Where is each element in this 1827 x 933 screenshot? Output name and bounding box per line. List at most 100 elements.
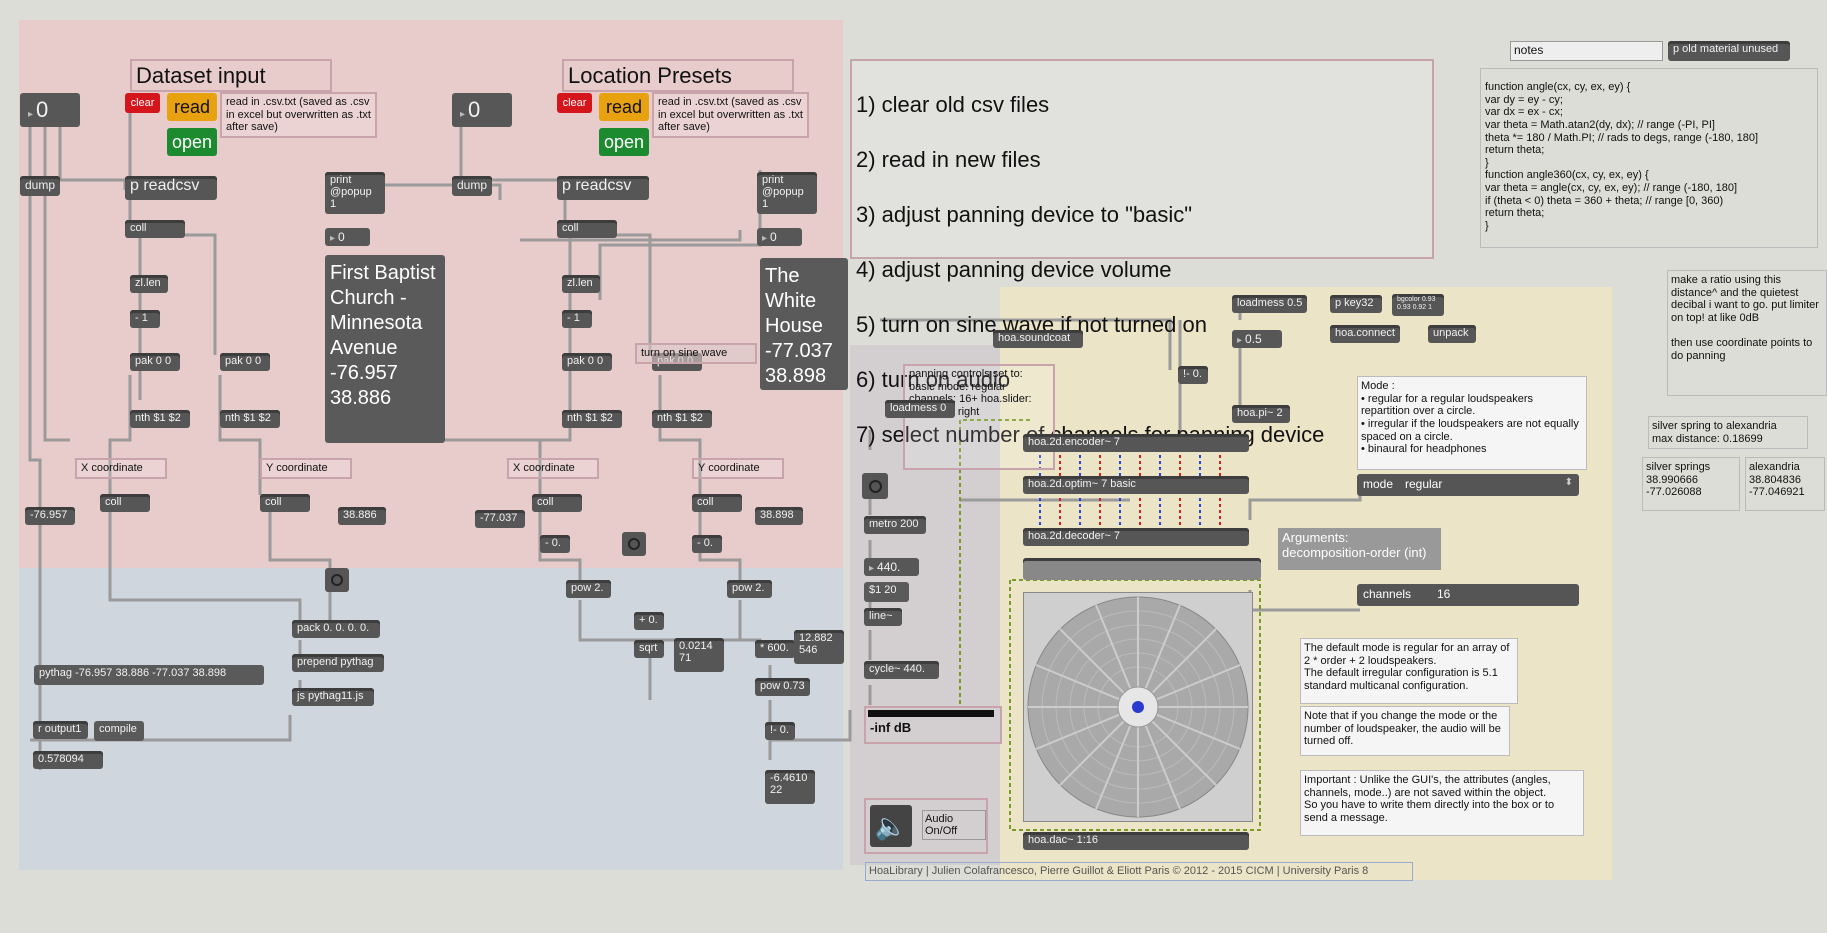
plus0[interactable]: + 0.	[634, 612, 664, 630]
clear-button-right[interactable]: clear	[557, 93, 592, 113]
compile-message[interactable]: compile	[94, 721, 144, 741]
num-05[interactable]: 0.5	[1232, 330, 1282, 348]
loadmess-0[interactable]: loadmess 0	[885, 400, 955, 418]
hoa-dac[interactable]: hoa.dac~ 1:16	[1023, 832, 1249, 850]
number-box-right[interactable]: 0	[452, 93, 512, 127]
read-button-left[interactable]: read	[167, 93, 217, 121]
hoa-decoder[interactable]: hoa.2d.decoder~ 7	[1023, 528, 1249, 546]
pythag-message[interactable]: pythag -76.957 38.886 -77.037 38.898	[34, 665, 264, 685]
coll-y-left[interactable]: coll	[260, 494, 310, 512]
pak2-left[interactable]: pak 0 0	[220, 353, 270, 371]
hoa-optim[interactable]: hoa.2d.optim~ 7 basic	[1023, 476, 1249, 494]
p-readcsv-right[interactable]: p readcsv	[557, 176, 649, 200]
open-button-right[interactable]: open	[599, 128, 649, 156]
minus0-b[interactable]: - 0.	[692, 535, 722, 553]
bang-b[interactable]	[325, 568, 349, 592]
print-popup-right[interactable]: print @popup 1	[757, 172, 817, 214]
mode-label: mode	[1363, 477, 1394, 491]
x-value-right: -77.037	[475, 510, 525, 528]
nth2-left[interactable]: nth $1 $2	[220, 410, 280, 428]
step-1: 1) clear old csv files	[856, 91, 1050, 117]
pow-073[interactable]: pow 0.73	[755, 678, 810, 696]
hoa-meter[interactable]	[1023, 592, 1253, 822]
multiply-600[interactable]: * 600.	[755, 640, 795, 658]
read-button-right[interactable]: read	[599, 93, 649, 121]
clear-button-left[interactable]: clear	[125, 93, 160, 113]
metro-200[interactable]: metro 200	[864, 516, 926, 534]
pow2-a[interactable]: pow 2.	[566, 580, 611, 598]
gain-readout: -inf dB	[870, 720, 912, 735]
instructions: 1) clear old csv files 2) read in new fi…	[850, 59, 1434, 447]
zllen-left[interactable]: zl.len	[130, 275, 168, 293]
mode-arrow-icon: ⬍	[1564, 477, 1573, 488]
p-key32[interactable]: p key32	[1330, 295, 1382, 313]
coll-x-left[interactable]: coll	[100, 494, 150, 512]
minus1-left[interactable]: - 1	[130, 310, 160, 328]
line-object[interactable]: line~	[864, 608, 902, 626]
sqrt[interactable]: sqrt	[634, 640, 664, 658]
inverse-minus0[interactable]: !- 0.	[765, 722, 795, 740]
coll-y-right[interactable]: coll	[692, 494, 742, 512]
decoder-outlets	[1023, 558, 1261, 580]
inverse-minus0-hoa[interactable]: !- 0.	[1178, 366, 1208, 384]
open-button-left[interactable]: open	[167, 128, 217, 156]
msg-1-20[interactable]: $1 20	[864, 582, 909, 602]
bgcolor-message[interactable]: bgcolor 0.93 0.93 0.92 1	[1392, 294, 1444, 316]
js-object[interactable]: js pythag11.js	[292, 688, 374, 706]
bang-a[interactable]	[622, 532, 646, 556]
audio-label: Audio On/Off	[922, 810, 986, 840]
loadmess-05[interactable]: loadmess 0.5	[1232, 295, 1307, 313]
toggle-metro[interactable]	[862, 473, 888, 499]
channels-value[interactable]: 16	[1437, 587, 1450, 601]
silver-alex-comment: silver spring to alexandria max distance…	[1648, 416, 1808, 450]
silver-comment: silver springs 38.990666 -77.026088	[1642, 457, 1740, 511]
prepend-object[interactable]: prepend pythag	[292, 654, 384, 672]
pak1-right[interactable]: pak 0 0	[562, 353, 612, 371]
credits: HoaLibrary | Julien Colafrancesco, Pierr…	[865, 862, 1413, 881]
r-output1[interactable]: r output1	[33, 721, 88, 739]
channels-label: channels	[1363, 587, 1412, 601]
minus0-a[interactable]: - 0.	[540, 535, 570, 553]
speaker-icon[interactable]: 🔈	[870, 805, 912, 847]
location-presets-title: Location Presets	[562, 59, 794, 93]
arguments-comment: Arguments: decomposition-order (int)	[1278, 528, 1441, 570]
hoa-connect[interactable]: hoa.connect	[1330, 325, 1400, 343]
nth2-right[interactable]: nth $1 $2	[652, 410, 712, 428]
code-comment: function angle(cx, cy, ex, ey) { var dy …	[1480, 68, 1818, 248]
print-num-left[interactable]: 0	[325, 228, 370, 246]
old-material[interactable]: p old material unused	[1668, 41, 1790, 61]
hoa-soundcoat[interactable]: hoa.soundcoat	[993, 330, 1083, 348]
important-comment: Important : Unlike the GUI's, the attrib…	[1300, 770, 1584, 836]
channels-attribute[interactable]: channels 16	[1357, 584, 1579, 606]
nth1-left[interactable]: nth $1 $2	[130, 410, 190, 428]
num-440[interactable]: 440.	[864, 558, 919, 576]
hoa-encoder[interactable]: hoa.2d.encoder~ 7	[1023, 434, 1249, 452]
pow2-b[interactable]: pow 2.	[727, 580, 772, 598]
print-popup-left[interactable]: print @popup 1	[325, 172, 385, 214]
y-coordinate-left: Y coordinate	[260, 458, 352, 479]
y-coordinate-right: Y coordinate	[692, 458, 784, 479]
audio-toggle[interactable]: 🔈 Audio On/Off	[864, 798, 988, 854]
p-readcsv-left[interactable]: p readcsv	[125, 176, 217, 200]
alexandria-comment: alexandria 38.804836 -77.046921	[1745, 457, 1825, 511]
nth1-right[interactable]: nth $1 $2	[562, 410, 622, 428]
mode-value[interactable]: regular	[1405, 477, 1442, 491]
cycle-object[interactable]: cycle~ 440.	[864, 661, 939, 679]
dump-left[interactable]: dump	[20, 176, 60, 196]
coll-left[interactable]: coll	[125, 220, 185, 238]
dataset-title: Dataset input	[130, 59, 332, 93]
number-box-left[interactable]: 0	[20, 93, 80, 127]
dump-right[interactable]: dump	[452, 176, 492, 196]
coll-right[interactable]: coll	[557, 220, 617, 238]
unpack-object[interactable]: unpack	[1428, 325, 1476, 343]
print-num-right[interactable]: 0	[757, 228, 802, 246]
pak1-left[interactable]: pak 0 0	[130, 353, 180, 371]
minus1-right[interactable]: - 1	[562, 310, 592, 328]
coll-x-right[interactable]: coll	[532, 494, 582, 512]
pack-object[interactable]: pack 0. 0. 0. 0.	[292, 620, 380, 638]
hoa-pi[interactable]: hoa.pi~ 2	[1232, 405, 1290, 423]
gain-slider[interactable]: -inf dB	[864, 706, 1002, 744]
zllen-right[interactable]: zl.len	[562, 275, 600, 293]
mode-attribute[interactable]: mode regular ⬍	[1357, 474, 1579, 496]
step-2: 2) read in new files	[856, 146, 1041, 172]
